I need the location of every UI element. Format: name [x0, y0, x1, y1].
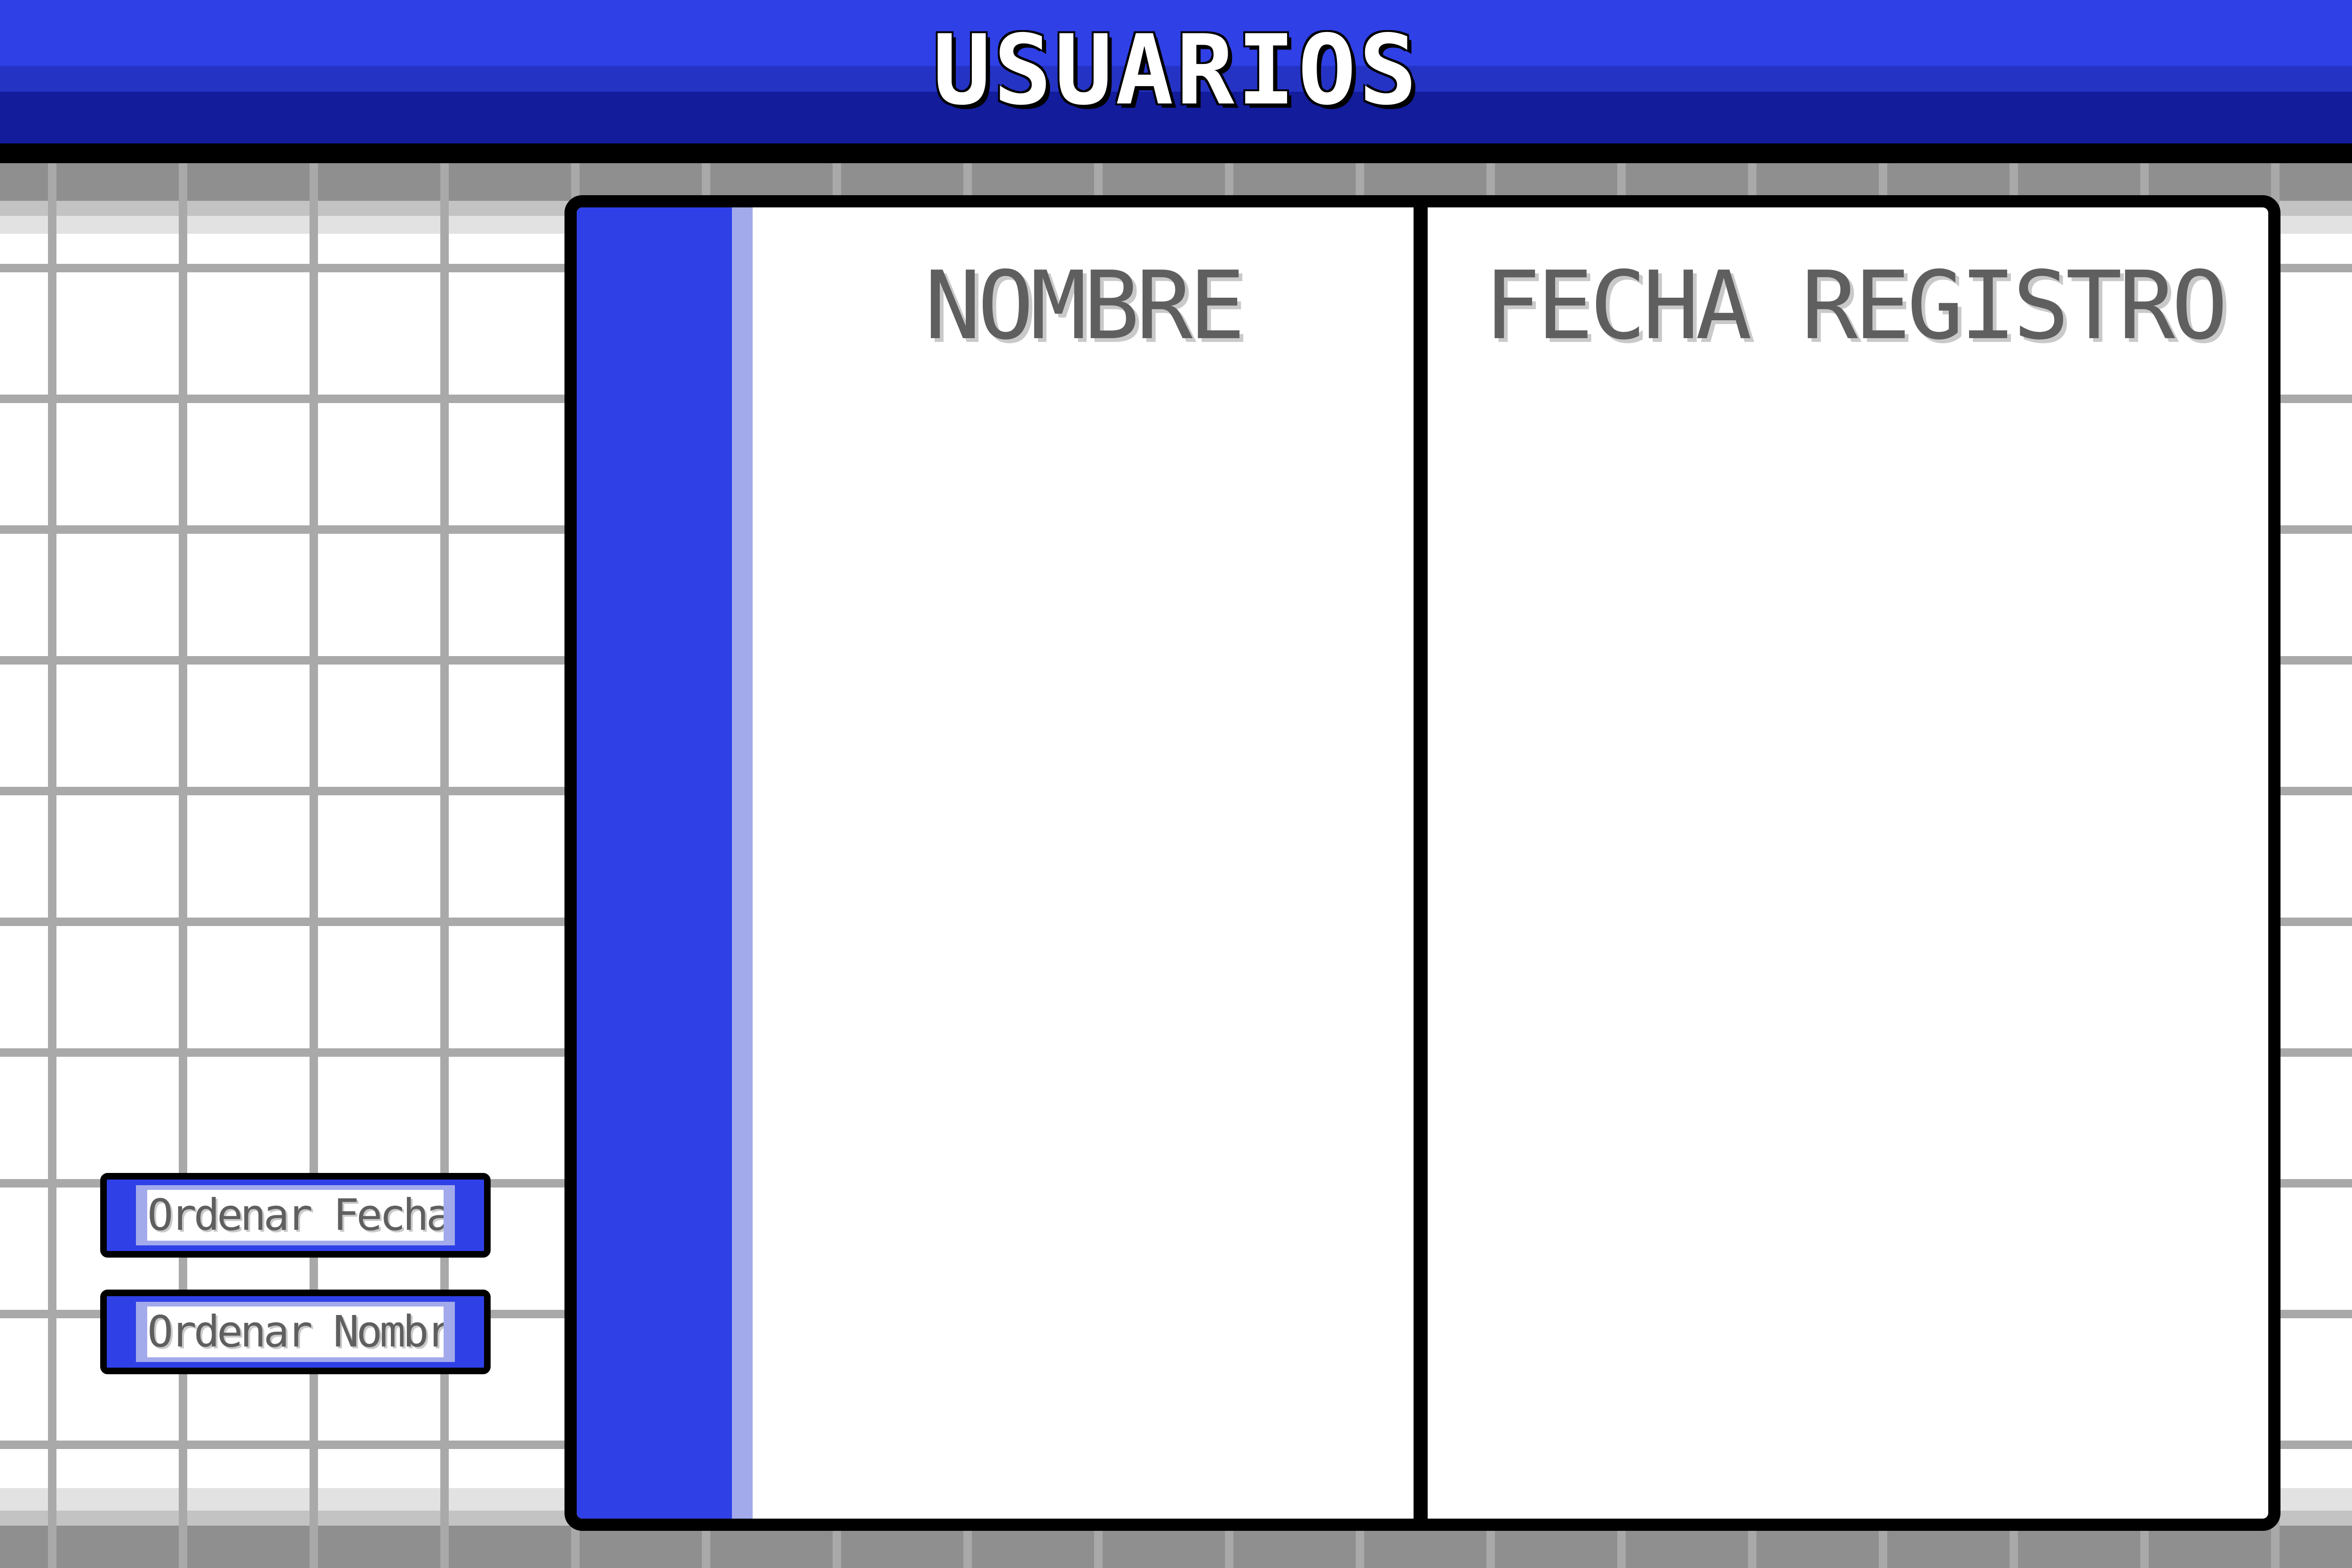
sort-by-date-label: Ordenar Fecha: [147, 1190, 444, 1241]
page-title: USUARIOS: [932, 15, 1420, 127]
sort-by-date-button[interactable]: Ordenar Fecha: [100, 1173, 491, 1258]
users-table-panel: NOMBRE FECHA REGISTRO: [564, 195, 2280, 1531]
column-header-nombre: NOMBRE: [924, 251, 1245, 361]
panel-side-stripe-highlight: [732, 207, 753, 1519]
sort-by-name-button[interactable]: Ordenar Nombre: [100, 1290, 491, 1374]
title-bar: USUARIOS: [0, 0, 2352, 163]
app-screen: USUARIOS NOMBRE FECHA REGISTRO Ordenar F…: [0, 0, 2352, 1568]
sort-by-name-label: Ordenar Nombre: [147, 1307, 444, 1357]
column-header-fecha-registro: FECHA REGISTRO: [1484, 251, 2228, 361]
column-divider: [1414, 207, 1428, 1519]
panel-side-stripe: [577, 207, 732, 1519]
